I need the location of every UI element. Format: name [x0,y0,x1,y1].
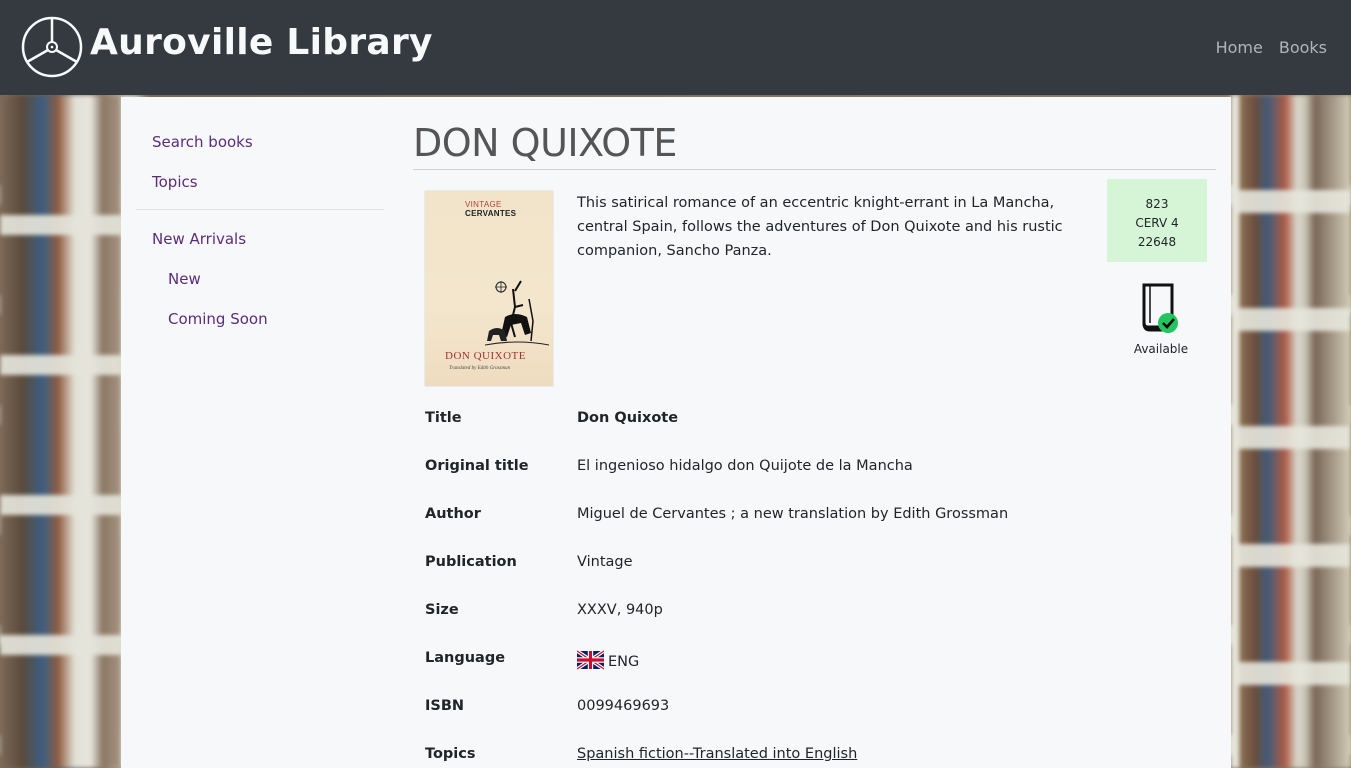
book-detail: DON QUIXOTE VINTAGE CERVANTES DON QUIXOT… [413,97,1216,768]
book-available-icon [1142,283,1178,333]
nav-books-link[interactable]: Books [1279,38,1327,57]
uk-flag-icon [577,650,604,670]
detail-value: XXXV, 940p [577,602,663,618]
content-container: Search books Topics New Arrivals New Com… [121,97,1231,768]
navbar: Auroville Library Home Books [0,0,1351,95]
call-number-class: 823 [1145,197,1169,211]
detail-value: 0099469693 [577,698,670,714]
page-title: DON QUIXOTE [413,121,677,165]
detail-label: Size [425,602,459,618]
sidebar-item-new[interactable]: New [168,270,201,288]
detail-row-author: Author Miguel de Cervantes ; a new trans… [425,506,1205,530]
detail-row-isbn: ISBN 0099469693 [425,698,1205,722]
availability-status: Available [1133,342,1189,356]
detail-label: Publication [425,554,517,570]
sidebar-item-topics[interactable]: Topics [152,173,198,191]
book-description: This satirical romance of an eccentric k… [577,195,1063,259]
detail-row-size: Size XXXV, 940p [425,602,1205,626]
cover-illustration-icon [485,280,549,346]
book-cover-image[interactable]: VINTAGE CERVANTES DON QUIXOTE Translated… [425,191,553,386]
detail-row-title: Title Don Quixote [425,410,1205,434]
cover-title-text: DON QUIXOTE [445,350,526,362]
background-bookshelf-right [1231,95,1351,768]
sidebar-item-coming-soon[interactable]: Coming Soon [168,310,268,328]
detail-label: Title [425,410,462,426]
topic-link[interactable]: Spanish fiction--Translated into English [577,746,857,762]
detail-value: Vintage [577,554,633,570]
call-number-code: CERV 4 [1135,216,1179,230]
detail-value: Spanish fiction--Translated into English [577,746,857,762]
detail-row-publication: Publication Vintage [425,554,1205,578]
cover-publisher-text: VINTAGE CERVANTES [465,200,517,218]
detail-value: El ingenioso hidalgo don Quijote de la M… [577,458,913,474]
cover-subtitle-text: Translated by Edith Grossman [449,366,511,371]
auroville-logo-icon[interactable] [21,16,83,78]
brand-title[interactable]: Auroville Library [90,22,433,63]
background-bookshelf-left [0,95,121,768]
detail-row-original-title: Original title El ingenioso hidalgo don … [425,458,1205,482]
sidebar-item-search-books[interactable]: Search books [152,133,253,151]
language-code: ENG [608,654,640,670]
nav-home-link[interactable]: Home [1216,38,1263,57]
detail-label: Original title [425,458,529,474]
detail-label: Author [425,506,481,522]
detail-row-topics: Topics Spanish fiction--Translated into … [425,746,1205,768]
title-divider [413,169,1216,170]
detail-label: Topics [425,746,476,762]
top-nav: Home Books [1216,38,1327,57]
sidebar-divider [136,209,384,210]
call-number-badge: 823 CERV 4 22648 [1107,179,1207,262]
detail-label: Language [425,650,506,666]
detail-label: ISBN [425,698,465,714]
detail-value: Miguel de Cervantes ; a new translation … [577,506,1009,522]
detail-value: Don Quixote [577,410,679,426]
call-number-accession: 22648 [1137,235,1177,249]
sidebar-item-new-arrivals[interactable]: New Arrivals [152,230,246,248]
detail-value-language: ENG [577,650,639,670]
detail-row-language: Language ENG [425,650,1205,674]
